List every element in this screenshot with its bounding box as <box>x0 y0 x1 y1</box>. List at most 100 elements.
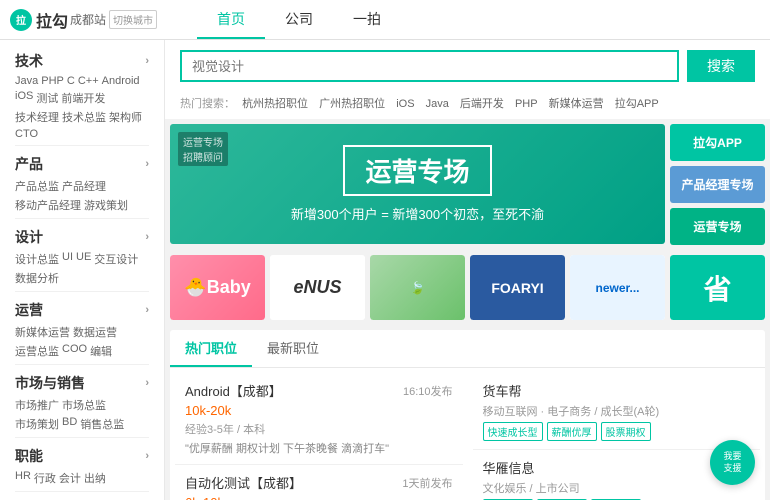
sidebar-tag-mobile-product[interactable]: 移动产品经理 <box>15 197 81 213</box>
logo-item-newer[interactable]: newer... <box>570 255 665 320</box>
hot-tag-php[interactable]: PHP <box>515 98 538 110</box>
jobs-list: Android【成都】 16:10发布 10k-20k 经验3-5年 / 本科 … <box>170 368 765 500</box>
sidebar-tag-mkt-plan[interactable]: 市场策划 <box>15 416 59 432</box>
job-salary-autotest: 6k-10k <box>185 495 453 500</box>
sidebar-tag-product-dir[interactable]: 产品总监 <box>15 178 59 194</box>
sidebar-category-sales-header[interactable]: 市场与销售 › <box>15 373 149 393</box>
sidebar-tag-php[interactable]: PHP <box>41 75 64 87</box>
sidebar-category-product-label: 产品 <box>15 154 43 174</box>
hot-tag-backend[interactable]: 后端开发 <box>460 98 504 110</box>
sidebar-category-tech-label: 技术 <box>15 51 43 71</box>
hot-tag-ios[interactable]: iOS <box>396 98 414 110</box>
city-name: 成都站 <box>70 11 106 28</box>
sidebar-category-sales-label: 市场与销售 <box>15 373 85 393</box>
sidebar-tag-tech-mgr[interactable]: 技术经理 <box>15 109 59 125</box>
sidebar-tag-coo[interactable]: COO <box>62 343 87 359</box>
banner-main[interactable]: 运营专场招聘顾问 运营专场 新增300个用户 = 新增300个初恋，至死不渝 <box>170 124 665 244</box>
hot-search-label: 热门搜索： <box>180 98 235 110</box>
sidebar-tag-tech-dir[interactable]: 技术总监 <box>62 109 106 125</box>
hot-search-bar: 热门搜索： 杭州热招职位 广州热招职位 iOS Java 后端开发 PHP 新媒… <box>165 92 770 119</box>
sidebar-tag-ui[interactable]: UI <box>62 251 73 267</box>
sidebar-tag-sales-dir[interactable]: 销售总监 <box>80 416 124 432</box>
sidebar-tag-c[interactable]: C <box>67 75 75 87</box>
sidebar-category-sales: 市场与销售 › 市场推广 市场总监 市场策划 BD 销售总监 <box>0 367 164 440</box>
sidebar-category-ops-header[interactable]: 运营 › <box>15 300 149 320</box>
sidebar-tag-cpp[interactable]: C++ <box>78 75 99 87</box>
sidebar-tag-accounting[interactable]: 会计 <box>59 470 81 486</box>
search-bar: 搜索 <box>165 40 770 92</box>
sidebar-tag-test[interactable]: 测试 <box>36 90 58 106</box>
content-area: 搜索 热门搜索： 杭州热招职位 广州热招职位 iOS Java 后端开发 PHP… <box>165 40 770 500</box>
sidebar-tag-ops-dir[interactable]: 运营总监 <box>15 343 59 359</box>
sidebar-tag-mkt[interactable]: 市场推广 <box>15 397 59 413</box>
sidebar-tag-design-dir[interactable]: 设计总监 <box>15 251 59 267</box>
logo-item-foaryi[interactable]: FOARYI <box>470 255 565 320</box>
company-item-truck[interactable]: 货车帮 移动互联网 · 电子商务 / 成长型(A轮) 快速成长型 薪酬优厚 股票… <box>473 373 761 450</box>
sidebar-category-design: 设计 › 设计总监 UI UE 交互设计 数据分析 <box>0 221 164 294</box>
jobs-section: 热门职位 最新职位 Android【成都】 16:10发布 10k-20k 经验… <box>170 330 765 500</box>
sidebar-tag-ue[interactable]: UE <box>76 251 91 267</box>
sidebar-category-admin-header[interactable]: 职能 › <box>15 446 149 466</box>
tab-hot-jobs[interactable]: 热门职位 <box>170 330 252 367</box>
chevron-right-icon-3: › <box>145 231 149 243</box>
logo-icon: 拉 <box>10 9 32 31</box>
sidebar-tag-bd[interactable]: BD <box>62 416 77 432</box>
hot-tag-hangzhou[interactable]: 杭州热招职位 <box>242 98 308 110</box>
sidebar-tag-product-mgr[interactable]: 产品经理 <box>62 178 106 194</box>
logo-item-enus[interactable]: eNUS <box>270 255 365 320</box>
sidebar-tag-admin[interactable]: 行政 <box>34 470 56 486</box>
sidebar-tag-cto[interactable]: CTO <box>15 128 38 140</box>
job-info-android: 经验3-5年 / 本科 <box>185 421 453 437</box>
jobs-left-col: Android【成都】 16:10发布 10k-20k 经验3-5年 / 本科 … <box>170 368 468 500</box>
sidebar-tag-ios[interactable]: iOS <box>15 90 33 106</box>
sidebar-tag-cashier[interactable]: 出纳 <box>84 470 106 486</box>
logo-item-baby[interactable]: 🐣Baby <box>170 255 265 320</box>
nav-item-yipai[interactable]: 一拍 <box>333 0 401 39</box>
sidebar-tag-social-media[interactable]: 新媒体运营 <box>15 324 70 340</box>
company-tag-3: 股票期权 <box>601 422 651 441</box>
sidebar-tag-ixd[interactable]: 交互设计 <box>94 251 138 267</box>
banner-side-ops[interactable]: 运营专场 <box>670 208 765 245</box>
banner-side-app[interactable]: 拉勾APP <box>670 124 765 161</box>
hot-tag-social-media[interactable]: 新媒体运营 <box>549 98 604 110</box>
hot-tag-guangzhou[interactable]: 广州热招职位 <box>319 98 385 110</box>
job-title-autotest: 自动化测试【成都】 <box>185 473 302 492</box>
banner-title: 运营专场 <box>343 145 491 196</box>
job-item-android[interactable]: Android【成都】 16:10发布 10k-20k 经验3-5年 / 本科 … <box>175 373 463 465</box>
nav-item-company[interactable]: 公司 <box>265 0 333 39</box>
logo-item-leaf[interactable]: 🍃 <box>370 255 465 320</box>
sidebar-category-ops: 运营 › 新媒体运营 数据运营 运营总监 COO 编辑 <box>0 294 164 367</box>
job-title-android: Android【成都】 <box>185 381 282 400</box>
sidebar-category-design-header[interactable]: 设计 › <box>15 227 149 247</box>
sidebar-tag-arch[interactable]: 架构师 <box>109 109 142 125</box>
nav-item-home[interactable]: 首页 <box>197 0 265 39</box>
hot-tag-lagou-app[interactable]: 拉勾APP <box>615 98 659 110</box>
float-support-button[interactable]: 我要支援 <box>710 440 755 485</box>
company-info-huayan: 文化娱乐 / 上市公司 <box>483 480 751 496</box>
sidebar-tag-mkt-dir[interactable]: 市场总监 <box>62 397 106 413</box>
sidebar-category-tech-header[interactable]: 技术 › <box>15 51 149 71</box>
search-button[interactable]: 搜索 <box>687 50 755 82</box>
job-title-row-2: 自动化测试【成都】 1天前发布 <box>185 473 453 492</box>
search-input[interactable] <box>180 50 679 82</box>
newer-logo-img: newer... <box>570 255 665 320</box>
hot-tag-java[interactable]: Java <box>426 98 449 110</box>
sidebar-tag-data-ops[interactable]: 数据运营 <box>73 324 117 340</box>
sidebar-tag-hr[interactable]: HR <box>15 470 31 486</box>
sidebar-tag-frontend[interactable]: 前端开发 <box>61 90 105 106</box>
banner-side-pm[interactable]: 产品经理专场 <box>670 166 765 203</box>
job-item-autotest[interactable]: 自动化测试【成都】 1天前发布 6k-10k 经验不限 / 本科 "公积金12%… <box>175 465 463 500</box>
logo-item-save[interactable]: 省 <box>670 255 765 320</box>
sidebar-tag-android[interactable]: Android <box>102 75 140 87</box>
company-tag-1: 快速成长型 <box>483 422 543 441</box>
tab-new-jobs[interactable]: 最新职位 <box>252 330 334 367</box>
sidebar-tag-data-analysis[interactable]: 数据分析 <box>15 270 59 286</box>
sidebar-tag-editor[interactable]: 编辑 <box>90 343 112 359</box>
city-switch-link[interactable]: 切换城市 <box>109 10 157 29</box>
sidebar-tech-tags: Java PHP C C++ Android iOS 测试 前端开发 技术经理 … <box>15 75 149 146</box>
sidebar-category-product-header[interactable]: 产品 › <box>15 154 149 174</box>
chevron-right-icon-4: › <box>145 304 149 316</box>
sidebar-tag-java[interactable]: Java <box>15 75 38 87</box>
sidebar-tag-game[interactable]: 游戏策划 <box>84 197 128 213</box>
sidebar-ops-tags: 新媒体运营 数据运营 运营总监 COO 编辑 <box>15 324 149 365</box>
